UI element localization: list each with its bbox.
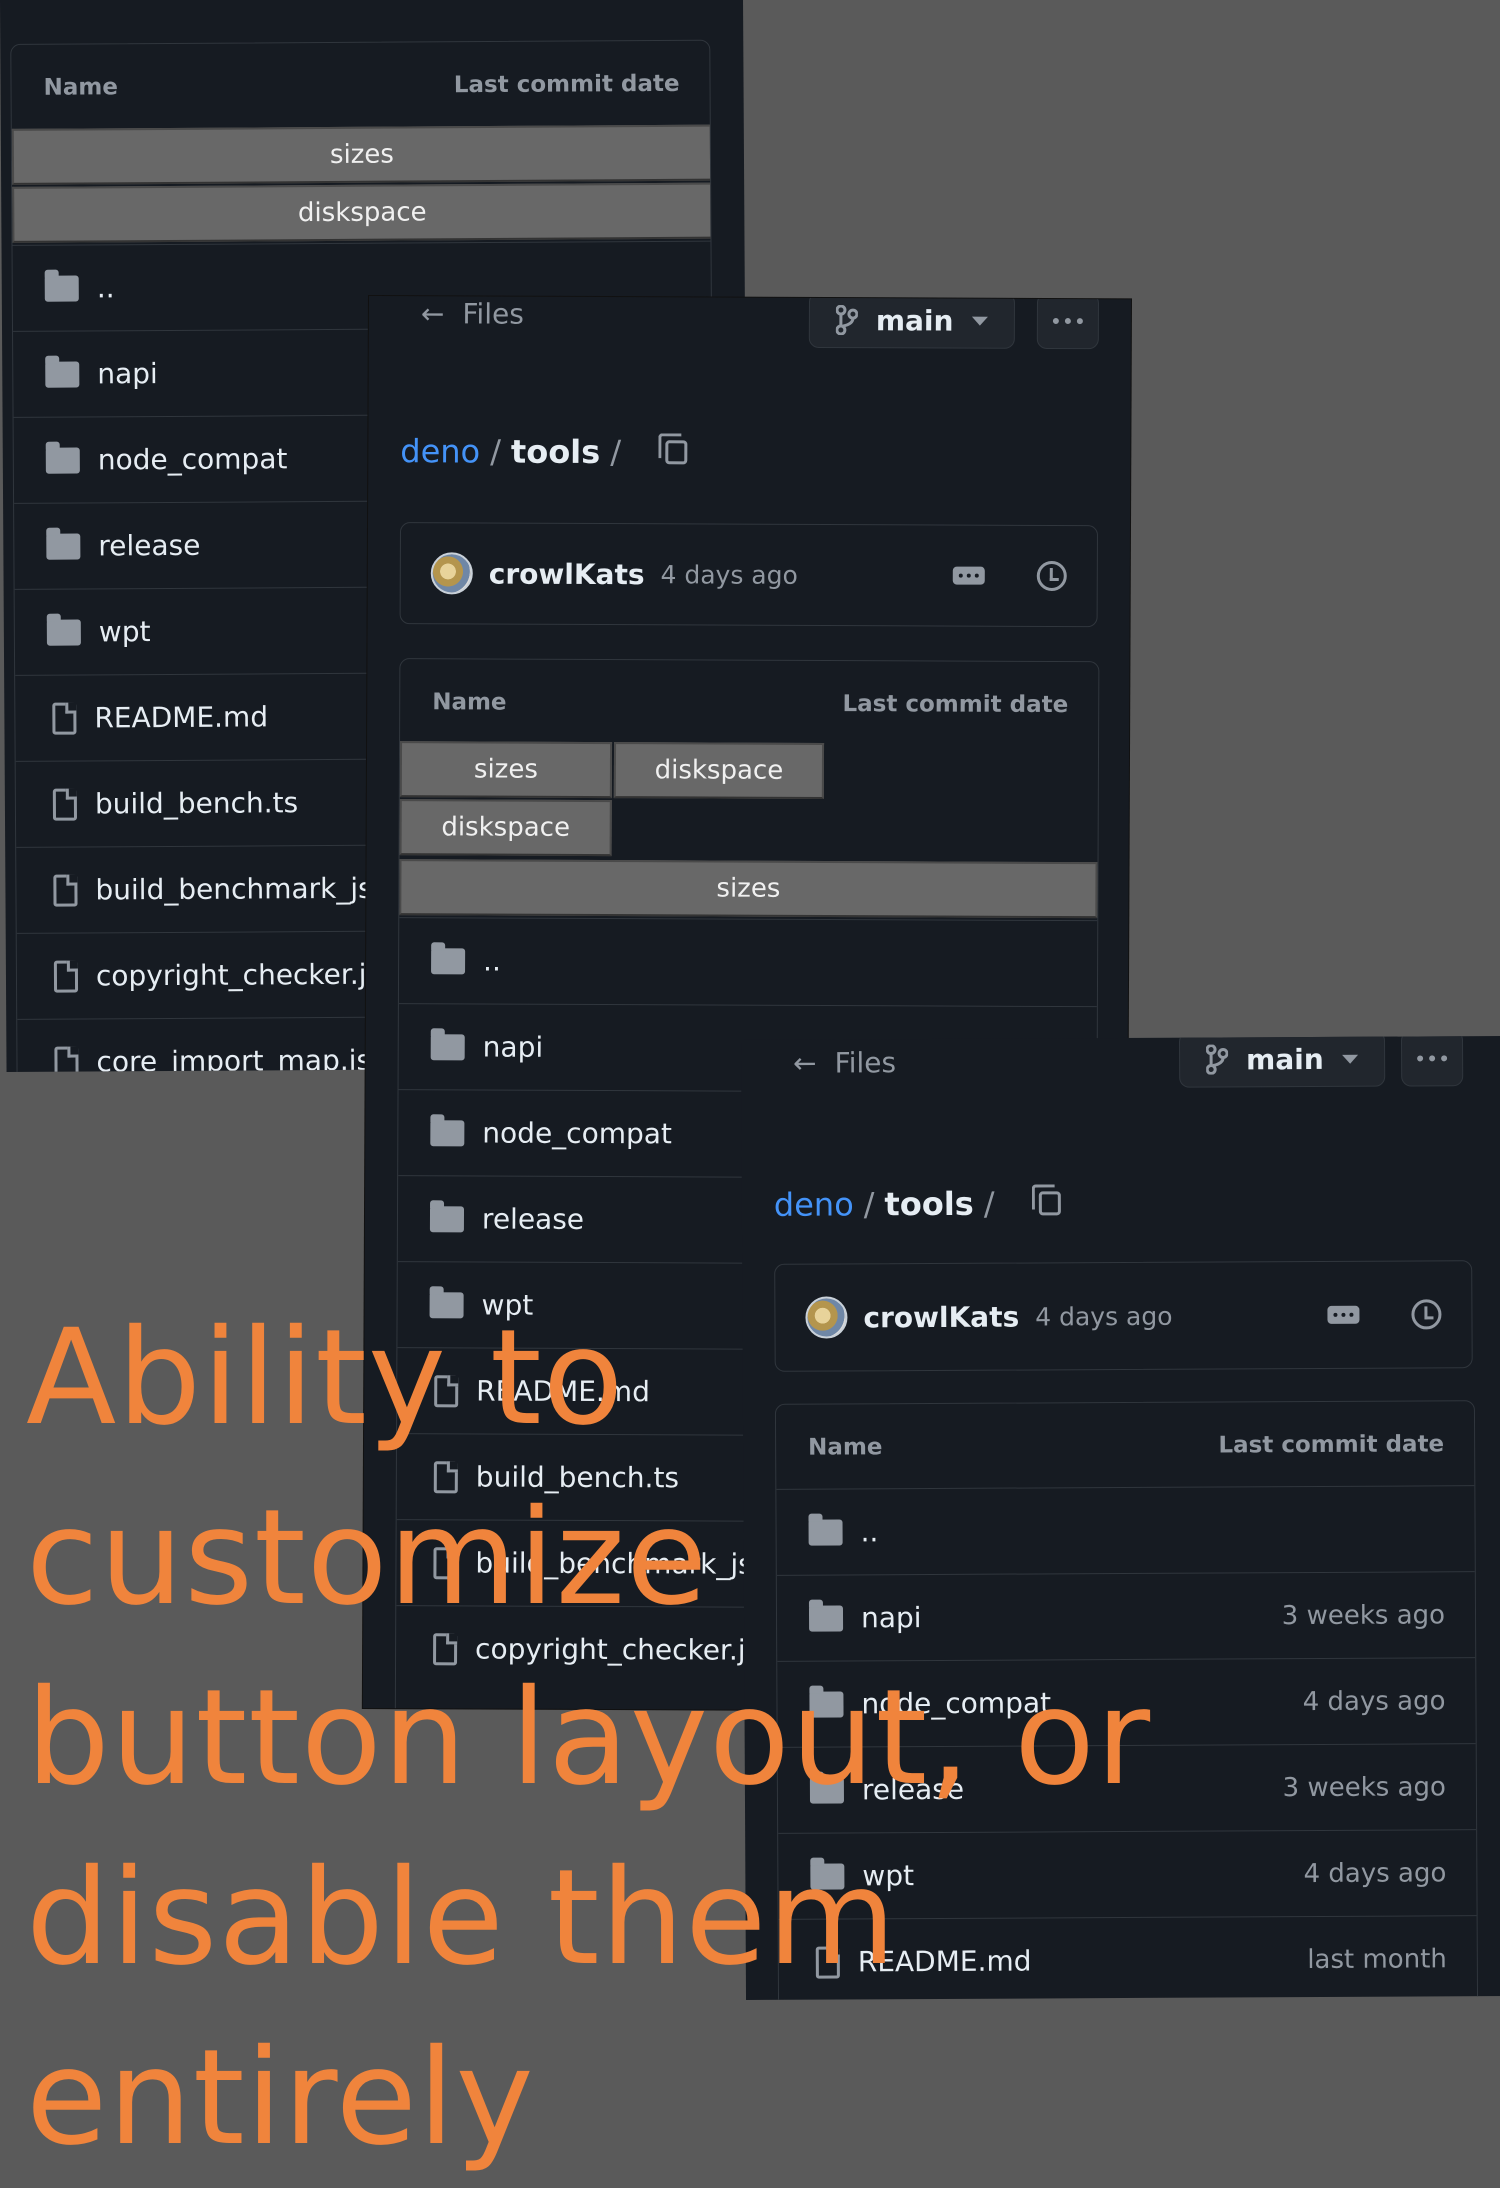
copy-path-icon[interactable]	[664, 440, 688, 465]
breadcrumb-separator: /	[610, 433, 622, 472]
folder-icon	[431, 947, 466, 974]
column-last-commit-date: Last commit date	[1218, 1431, 1445, 1459]
arrow-left-icon: ←	[793, 1046, 817, 1080]
row-date: 3 weeks ago	[1282, 1771, 1446, 1803]
sizes-button[interactable]: sizes	[11, 124, 713, 185]
breadcrumb-separator: /	[863, 1185, 875, 1224]
breadcrumb-separator: /	[490, 432, 502, 471]
file-icon	[54, 1046, 79, 1072]
row-name[interactable]: node_compat	[98, 442, 288, 476]
caret-down-icon	[971, 316, 988, 326]
folder-icon	[44, 275, 79, 302]
folder-icon	[430, 1033, 465, 1060]
row-name[interactable]: README.md	[94, 700, 268, 734]
branch-name: main	[875, 303, 954, 338]
file-icon	[52, 788, 78, 821]
latest-commit-box: crowlKats 4 days ago	[399, 522, 1099, 628]
breadcrumb-repo-link[interactable]: deno	[400, 432, 480, 470]
commit-message-toggle-icon[interactable]	[952, 566, 985, 585]
git-branch-icon	[1205, 1044, 1229, 1076]
row-date: 4 days ago	[1302, 1685, 1446, 1717]
breadcrumb: deno / tools /	[400, 432, 688, 472]
diskspace-button[interactable]: diskspace	[12, 182, 713, 243]
row-name[interactable]: wpt	[99, 615, 151, 648]
commit-message-toggle-icon[interactable]	[1327, 1305, 1360, 1324]
back-to-files-link[interactable]: ← Files	[793, 1045, 896, 1080]
table-row[interactable]: ..	[398, 917, 1098, 1007]
column-name: Name	[432, 689, 507, 716]
folder-icon	[46, 533, 81, 560]
row-name[interactable]: ..	[483, 945, 501, 978]
row-date: last month	[1307, 1943, 1447, 1975]
more-options-button[interactable]	[1400, 1036, 1464, 1087]
folder-icon	[430, 1119, 465, 1146]
avatar[interactable]	[430, 552, 473, 595]
row-name[interactable]: release	[482, 1203, 584, 1236]
back-to-files-link[interactable]: ← Files	[421, 296, 524, 330]
breadcrumb-current-dir: tools	[884, 1184, 974, 1224]
row-name[interactable]: core_import_map.json	[96, 1044, 406, 1072]
row-name[interactable]: node_compat	[482, 1117, 672, 1151]
branch-name: main	[1246, 1042, 1324, 1076]
history-icon[interactable]	[1411, 1299, 1442, 1330]
file-icon	[53, 960, 79, 993]
row-name[interactable]: ..	[97, 271, 115, 304]
folder-icon	[45, 447, 80, 474]
breadcrumb-repo-link[interactable]: deno	[774, 1185, 854, 1223]
folder-icon	[46, 619, 81, 646]
diskspace-button[interactable]: diskspace	[613, 742, 825, 799]
sizes-button[interactable]: sizes	[399, 859, 1098, 919]
breadcrumb-separator: /	[983, 1184, 995, 1223]
breadcrumb: deno / tools /	[774, 1184, 1061, 1224]
more-options-button[interactable]	[1036, 296, 1100, 350]
column-last-commit-date: Last commit date	[842, 691, 1069, 719]
row-name[interactable]: copyright_checker.js	[96, 958, 381, 993]
caret-down-icon	[1341, 1054, 1358, 1064]
row-name[interactable]: release	[98, 529, 200, 563]
feature-caption: Ability to customize button layout, or d…	[26, 1301, 1152, 2175]
breadcrumb-current-dir: tools	[510, 432, 601, 472]
row-name[interactable]: build_bench.ts	[95, 786, 298, 820]
folder-icon	[45, 361, 80, 388]
kebab-horizontal-icon	[1052, 317, 1059, 325]
row-name[interactable]: napi	[97, 357, 158, 390]
row-date: 3 weeks ago	[1281, 1599, 1446, 1631]
copy-path-icon[interactable]	[1038, 1191, 1061, 1216]
file-icon	[52, 702, 77, 735]
commit-author[interactable]: crowlKats	[489, 557, 645, 591]
branch-selector[interactable]: main	[808, 296, 1015, 349]
diskspace-button[interactable]: diskspace	[399, 799, 612, 857]
column-name: Name	[43, 74, 118, 101]
table-header: Name Last commit date	[400, 659, 1098, 748]
back-label: Files	[834, 1045, 897, 1080]
arrow-left-icon: ←	[420, 296, 445, 330]
file-icon	[53, 874, 78, 907]
sizes-button[interactable]: sizes	[399, 741, 613, 799]
commit-time: 4 days ago	[660, 559, 798, 590]
folder-icon	[429, 1205, 465, 1232]
back-label: Files	[462, 296, 524, 331]
column-last-commit-date: Last commit date	[453, 70, 680, 99]
git-branch-icon	[835, 304, 859, 336]
table-header: Name Last commit date	[11, 41, 710, 131]
row-name[interactable]: napi	[483, 1031, 544, 1064]
row-date: 4 days ago	[1303, 1857, 1447, 1889]
history-icon[interactable]	[1036, 560, 1067, 592]
branch-selector[interactable]: main	[1178, 1036, 1385, 1088]
kebab-horizontal-icon	[1417, 1055, 1424, 1062]
